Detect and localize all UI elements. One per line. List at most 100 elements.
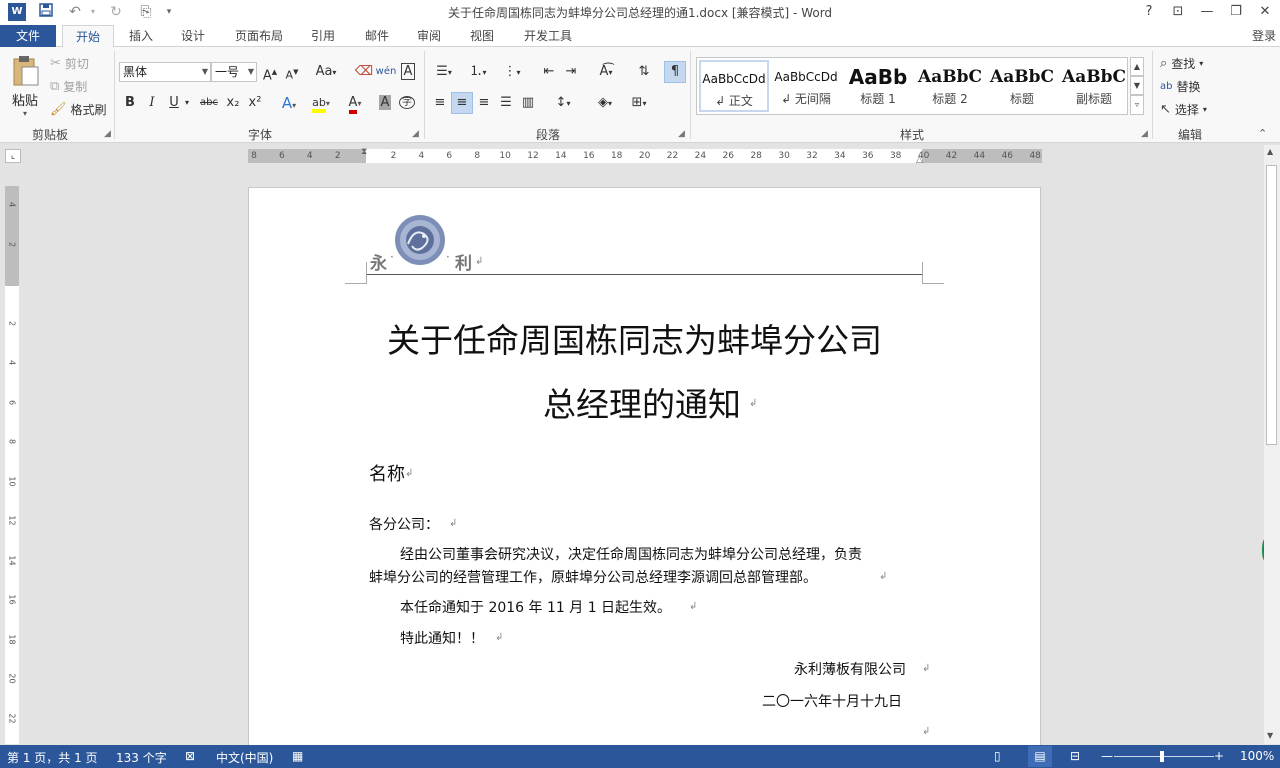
copy-button[interactable]: ⧉ 复制 bbox=[50, 78, 87, 95]
font-color-button[interactable]: A▾ bbox=[340, 92, 370, 114]
ruler-tick: 28 bbox=[750, 151, 762, 161]
vertical-scrollbar[interactable]: ▲ ▼ bbox=[1264, 145, 1280, 744]
phonetic-guide-button[interactable]: wén bbox=[375, 61, 397, 83]
style-heading-1[interactable]: AaBb 标题 1 bbox=[843, 60, 913, 112]
tab-design[interactable]: 设计 bbox=[172, 25, 214, 47]
sort-button[interactable]: ⇅ bbox=[633, 61, 655, 83]
close-icon[interactable]: ✕ bbox=[1253, 2, 1277, 22]
change-case-button[interactable]: Aa▾ bbox=[310, 61, 342, 83]
proofing-icon[interactable]: ⊠ bbox=[185, 749, 195, 763]
show-marks-button[interactable]: ¶ bbox=[664, 61, 686, 83]
page-count[interactable]: 第 1 页，共 1 页 bbox=[7, 749, 98, 766]
tab-page-layout[interactable]: 页面布局 bbox=[226, 25, 292, 47]
format-painter-button[interactable]: 🖌 格式刷 bbox=[50, 101, 107, 118]
grow-font-button[interactable]: A▲ bbox=[259, 61, 281, 83]
restore-icon[interactable]: ❐ bbox=[1224, 2, 1248, 22]
superscript-button[interactable]: x² bbox=[244, 92, 266, 114]
style-title[interactable]: AaBbC 标题 bbox=[987, 60, 1057, 112]
zoom-in-icon[interactable]: + bbox=[1214, 749, 1224, 763]
borders-button[interactable]: ⊞▾ bbox=[624, 92, 654, 114]
char-border-button[interactable]: A bbox=[397, 61, 419, 83]
style-name: 标题 2 bbox=[932, 92, 968, 106]
tab-developer[interactable]: 开发工具 bbox=[515, 25, 581, 47]
gallery-down-icon[interactable]: ▼ bbox=[1130, 76, 1144, 95]
font-dialog-launcher-icon[interactable]: ◢ bbox=[412, 129, 419, 139]
tab-file[interactable]: 文件 bbox=[0, 25, 56, 47]
strikethrough-button[interactable]: abc bbox=[196, 92, 222, 114]
line-spacing-button[interactable]: ↕▾ bbox=[548, 92, 578, 114]
tab-mailings[interactable]: 邮件 bbox=[356, 25, 398, 47]
decrease-indent-button[interactable]: ⇤ bbox=[538, 61, 560, 83]
justify-button[interactable]: ☰ bbox=[495, 92, 517, 114]
chinese-layout-button[interactable]: A͡▾ bbox=[591, 61, 621, 83]
help-button[interactable]: ? bbox=[1137, 2, 1161, 22]
scroll-up-icon[interactable]: ▲ bbox=[1267, 147, 1273, 156]
tab-insert[interactable]: 插入 bbox=[120, 25, 162, 47]
horizontal-ruler[interactable]: 8 6 4 2 2 4 6 8 10 12 14 16 18 20 22 24 26 28 30 32 34 36 38 40… bbox=[248, 147, 1042, 165]
tab-view[interactable]: 视图 bbox=[461, 25, 503, 47]
word-count[interactable]: 133 个字 bbox=[116, 749, 167, 766]
gallery-up-icon[interactable]: ▲ bbox=[1130, 57, 1144, 76]
shading-button[interactable]: ◈▾ bbox=[590, 92, 620, 114]
zoom-slider[interactable] bbox=[1114, 756, 1214, 757]
macro-record-icon[interactable]: ▦ bbox=[292, 749, 303, 763]
document-page[interactable]: 永 · · 利 ↲ 关于任命周国栋同志为蚌埠分公司 总经理的通知 ↲ 名称 ↲ … bbox=[248, 187, 1041, 767]
right-indent-marker[interactable]: △ bbox=[916, 155, 923, 165]
cut-button[interactable]: ✂ 剪切 bbox=[50, 55, 89, 72]
vertical-ruler[interactable]: 4 2 2 4 6 8 10 12 14 16 18 20 22 bbox=[5, 186, 19, 744]
style-subtitle[interactable]: AaBbC 副标题 bbox=[1059, 60, 1129, 112]
read-mode-icon[interactable]: ▯ bbox=[994, 749, 1001, 763]
distributed-button[interactable]: ▥ bbox=[517, 92, 539, 114]
collapse-ribbon-icon[interactable]: ⌃ bbox=[1258, 127, 1267, 140]
multilevel-list-button[interactable]: ⋮▾ bbox=[497, 61, 527, 83]
tab-home[interactable]: 开始 bbox=[62, 25, 114, 48]
zoom-level[interactable]: 100% bbox=[1240, 749, 1274, 763]
ruler-tick: 46 bbox=[1001, 151, 1014, 161]
style-heading-2[interactable]: AaBbC 标题 2 bbox=[915, 60, 985, 112]
align-left-button[interactable]: ≡ bbox=[429, 92, 451, 114]
ribbon-display-icon[interactable]: ⊡ bbox=[1166, 2, 1190, 22]
bullets-button[interactable]: ☰▾ bbox=[429, 61, 459, 83]
text-effects-button[interactable]: A▾ bbox=[275, 92, 303, 114]
numbering-button[interactable]: ⒈▾ bbox=[463, 61, 493, 83]
zoom-slider-thumb[interactable] bbox=[1160, 751, 1164, 762]
subscript-button[interactable]: x₂ bbox=[222, 92, 244, 114]
select-button[interactable]: ↖ 选择 ▾ bbox=[1160, 101, 1207, 118]
font-size-combo[interactable]: 一号 ▼ bbox=[211, 62, 257, 82]
underline-dropdown-icon[interactable]: ▾ bbox=[181, 92, 193, 114]
scroll-thumb[interactable] bbox=[1266, 165, 1277, 445]
paste-button[interactable]: 粘贴 ▾ bbox=[8, 55, 42, 118]
format-painter-label: 格式刷 bbox=[70, 103, 107, 117]
scroll-down-icon[interactable]: ▼ bbox=[1267, 731, 1273, 740]
web-layout-icon[interactable]: ⊟ bbox=[1070, 749, 1080, 763]
tab-references[interactable]: 引用 bbox=[302, 25, 344, 47]
login-link[interactable]: 登录 bbox=[1248, 25, 1280, 47]
shrink-font-button[interactable]: A▼ bbox=[281, 61, 303, 83]
align-center-button[interactable]: ≡ bbox=[451, 92, 473, 114]
char-shading-button[interactable]: A bbox=[374, 92, 396, 114]
increase-indent-button[interactable]: ⇥ bbox=[560, 61, 582, 83]
styles-dialog-launcher-icon[interactable]: ◢ bbox=[1141, 129, 1148, 139]
font-name-combo[interactable]: 黑体 ▼ bbox=[119, 62, 211, 82]
clipboard-dialog-launcher-icon[interactable]: ◢ bbox=[104, 129, 111, 139]
style-normal[interactable]: AaBbCcDd ↲ 正文 bbox=[699, 60, 769, 112]
replace-button[interactable]: ab 替换 bbox=[1160, 78, 1201, 95]
italic-button[interactable]: I bbox=[141, 92, 163, 114]
language-indicator[interactable]: 中文(中国) bbox=[216, 749, 273, 766]
ruler-tick: 16 bbox=[583, 151, 595, 161]
align-right-button[interactable]: ≡ bbox=[473, 92, 495, 114]
clear-format-button[interactable]: ⌫ bbox=[353, 61, 375, 83]
bold-button[interactable]: B bbox=[119, 92, 141, 114]
minimize-icon[interactable]: — bbox=[1195, 2, 1219, 22]
tab-review[interactable]: 审阅 bbox=[408, 25, 450, 47]
print-layout-icon[interactable]: ▤ bbox=[1028, 746, 1052, 767]
paragraph-dialog-launcher-icon[interactable]: ◢ bbox=[678, 129, 685, 139]
indent-marker[interactable]: ⧗ bbox=[361, 147, 367, 157]
enclose-char-button[interactable]: 字 bbox=[396, 92, 418, 114]
gallery-more-icon[interactable]: ▿ bbox=[1130, 95, 1144, 115]
tab-selector-icon[interactable]: ⌞ bbox=[5, 149, 21, 163]
zoom-out-icon[interactable]: — bbox=[1101, 749, 1113, 763]
style-no-spacing[interactable]: AaBbCcDd ↲ 无间隔 bbox=[771, 60, 841, 112]
find-button[interactable]: ⌕ 查找 ▾ bbox=[1160, 55, 1203, 72]
highlight-button[interactable]: ab▾ bbox=[306, 92, 336, 114]
